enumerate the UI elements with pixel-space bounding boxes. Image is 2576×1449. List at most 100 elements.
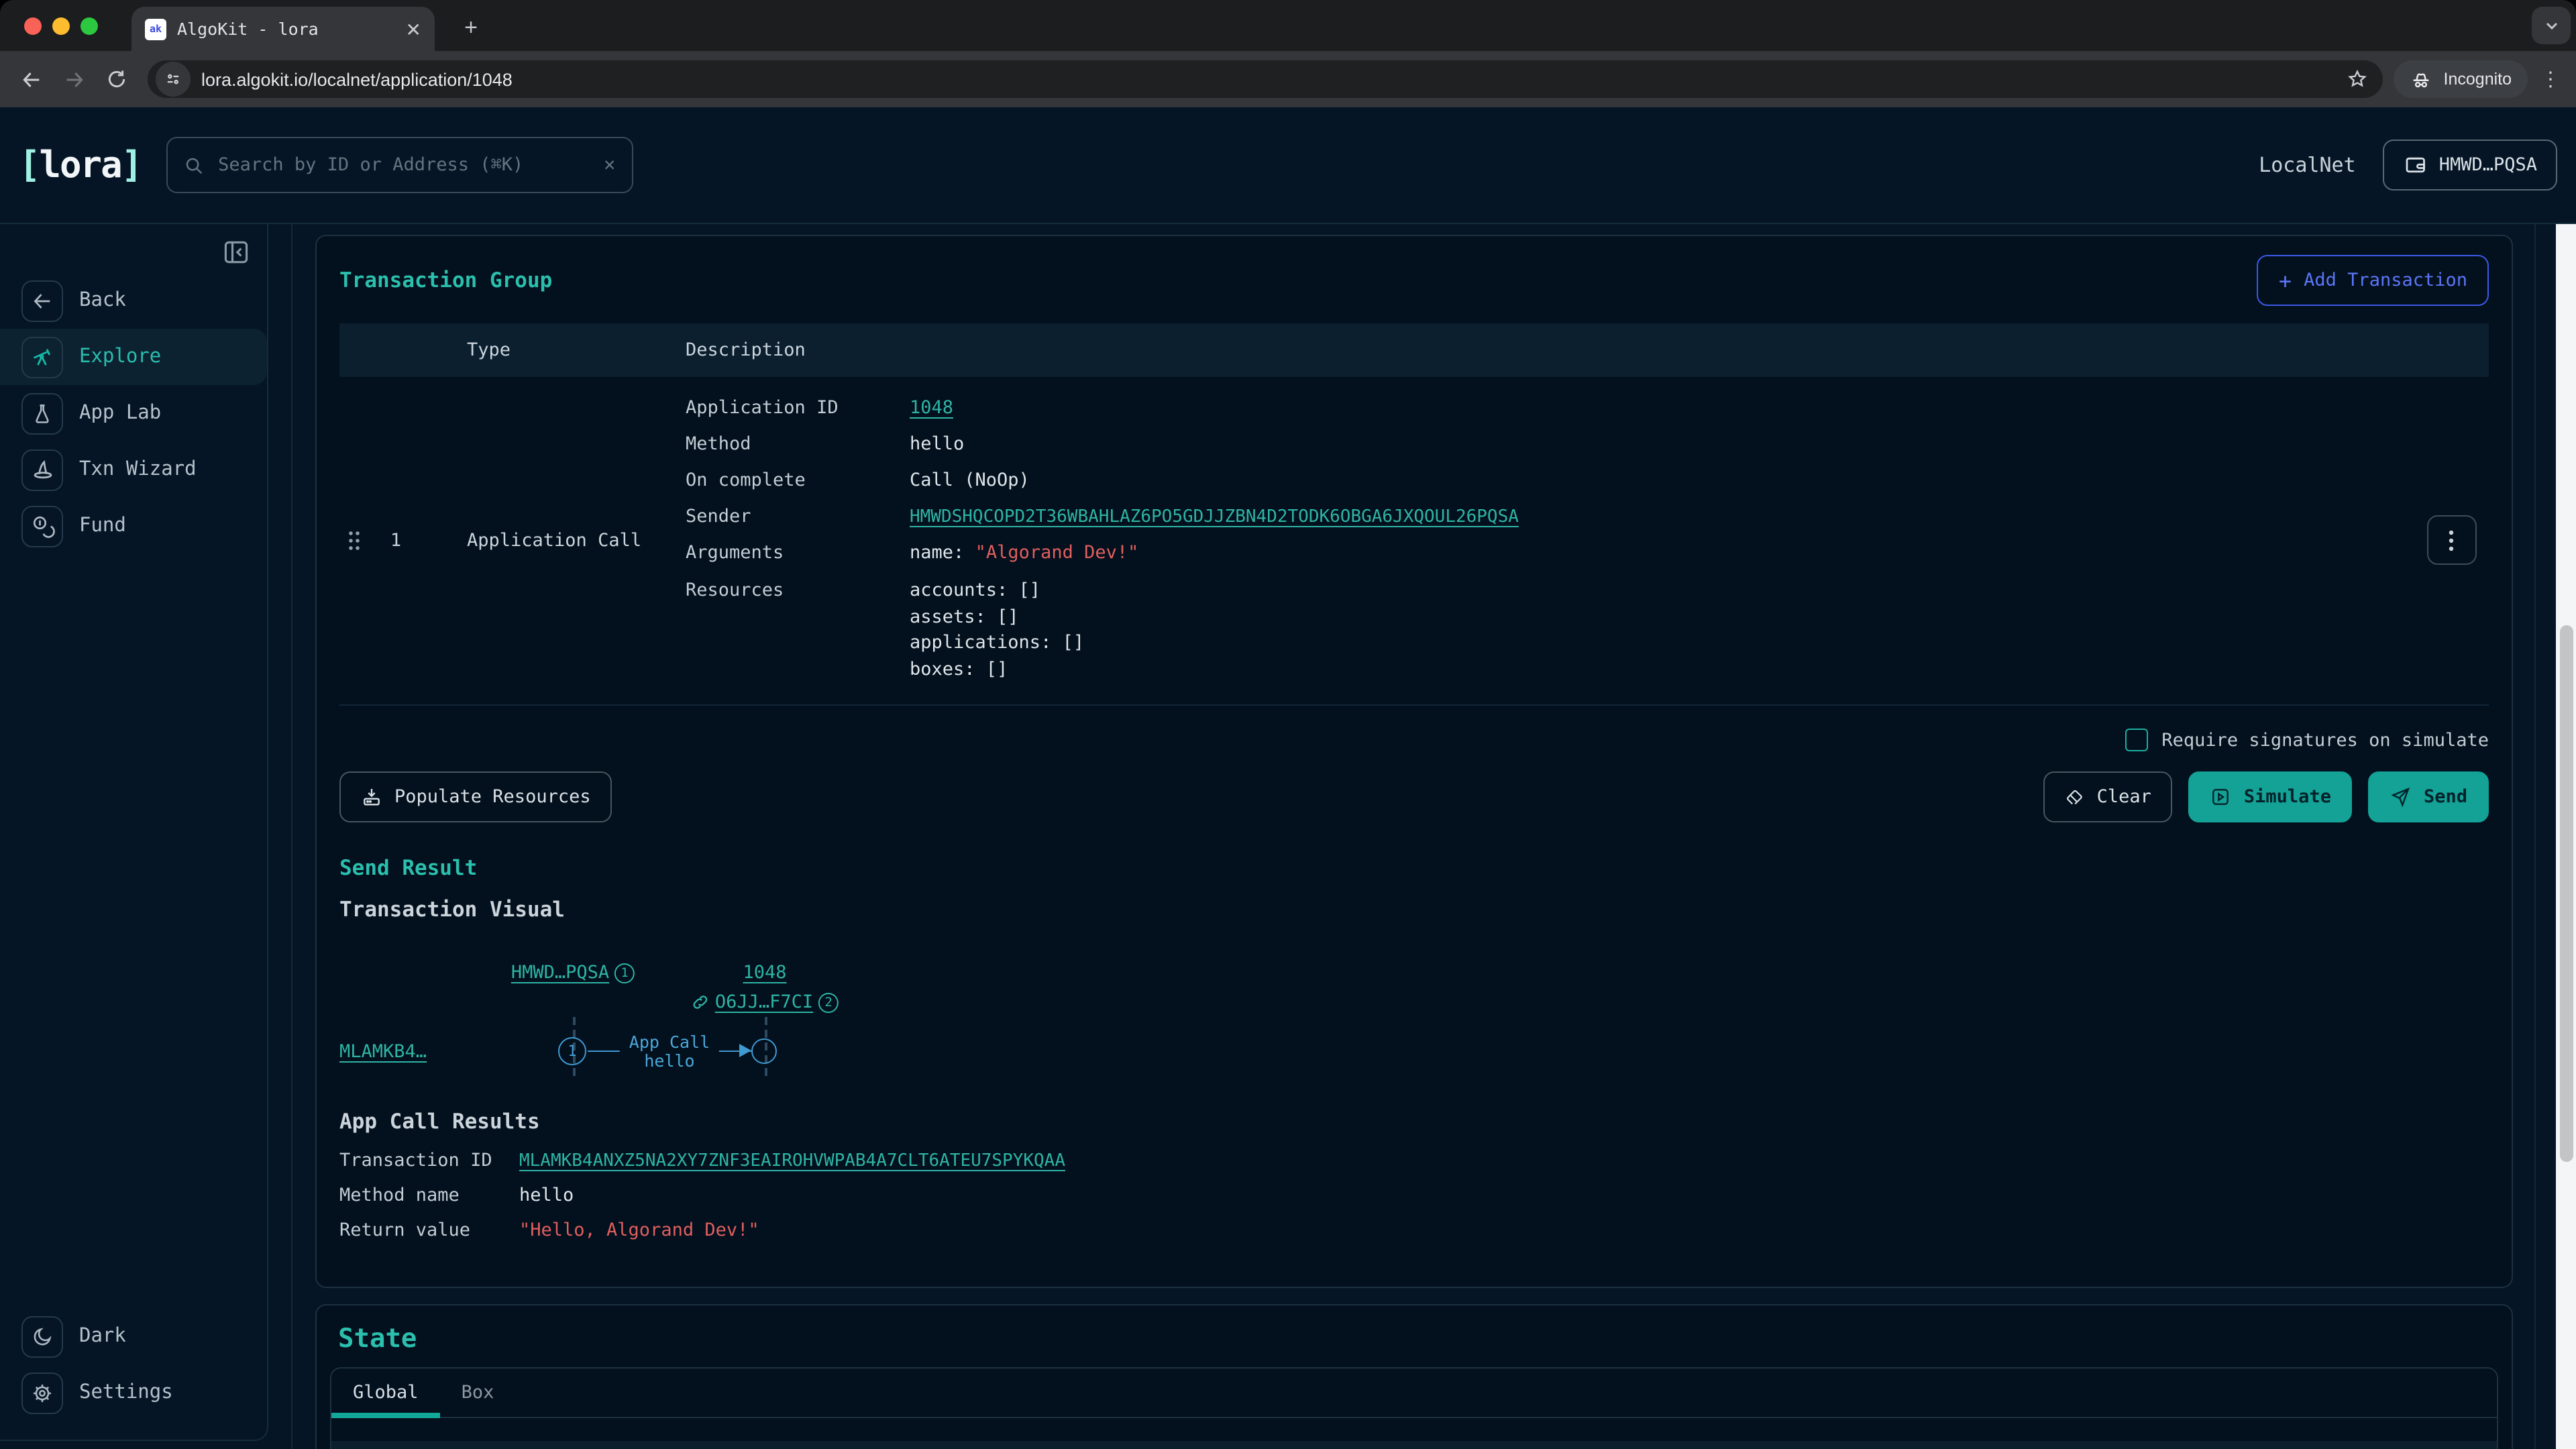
from-node: 1 (558, 1037, 586, 1065)
network-label[interactable]: LocalNet (2259, 153, 2356, 177)
site-settings-icon[interactable] (156, 62, 191, 97)
column-header-description: Description (686, 339, 2414, 361)
search-icon (183, 155, 203, 175)
sidebar-item-back[interactable]: Back (0, 272, 267, 329)
incognito-badge: Incognito (2394, 60, 2528, 98)
sidebar-item-fund[interactable]: Fund (0, 498, 267, 554)
tab-overflow-button[interactable] (2532, 7, 2571, 44)
back-button[interactable] (11, 59, 51, 99)
state-title: State (330, 1323, 2498, 1354)
plus-icon: + (2279, 268, 2292, 293)
visual-transaction-link[interactable]: MLAMKB4… (339, 1041, 427, 1063)
wizard-hat-icon (21, 449, 63, 490)
sidebar-nav: Back Explore App Lab (0, 224, 267, 554)
group-id-link[interactable]: O6JJ…F7CI (715, 991, 813, 1013)
sidebar-item-label: Explore (79, 346, 161, 368)
simulate-button[interactable]: Simulate (2189, 771, 2353, 822)
argument-key: name: (910, 542, 964, 564)
sidebar-item-explore[interactable]: Explore (0, 329, 267, 385)
edge-arrow-icon (739, 1044, 751, 1057)
field-label: Application ID (686, 397, 910, 419)
telescope-icon (21, 336, 63, 378)
sidebar-footer: Dark Settings (0, 1308, 267, 1421)
resource-item: assets: [] (910, 604, 1084, 631)
play-square-icon (2210, 786, 2232, 808)
row-menu-button[interactable] (2426, 515, 2476, 565)
address-bar[interactable]: lora.algokit.io/localnet/application/104… (148, 60, 2383, 98)
app-header: [lora] ✕ LocalNet HMWD…PQSA (0, 107, 2576, 223)
incognito-icon (2410, 68, 2433, 91)
sender-badge: 1 (614, 963, 635, 983)
tab-close-icon[interactable]: ✕ (406, 19, 421, 38)
bookmark-star-icon[interactable] (2341, 62, 2375, 97)
reload-button[interactable] (97, 59, 137, 99)
transaction-index: 1 (369, 529, 423, 551)
resource-item: boxes: [] (910, 657, 1084, 683)
sidebar-item-app-lab[interactable]: App Lab (0, 385, 267, 441)
tab-box[interactable]: Box (462, 1382, 494, 1403)
visual-sender-link[interactable]: HMWD…PQSA (511, 962, 609, 983)
search-box[interactable]: ✕ (166, 137, 633, 193)
send-label: Send (2424, 786, 2467, 808)
coins-icon (21, 505, 63, 547)
clear-label: Clear (2097, 786, 2151, 808)
clear-button[interactable]: Clear (2043, 771, 2173, 822)
method-name-value: hello (519, 1185, 574, 1206)
scrollbar-thumb[interactable] (2559, 625, 2573, 1162)
result-label: Return value (339, 1220, 519, 1241)
transaction-type: Application Call (423, 529, 686, 551)
browser-tab[interactable]: ak AlgoKit - lora ✕ (131, 7, 435, 51)
transaction-row[interactable]: 1 Application Call Application ID1048 Me… (339, 377, 2489, 706)
main-content: Transaction Group + Add Transaction Type… (291, 224, 2536, 1449)
send-button[interactable]: Send (2369, 771, 2489, 822)
drag-handle-icon[interactable] (339, 529, 369, 551)
sidebar-item-txn-wizard[interactable]: Txn Wizard (0, 441, 267, 498)
sidebar-collapse-button[interactable] (221, 237, 251, 267)
sidebar-item-theme-toggle[interactable]: Dark (0, 1308, 267, 1364)
minimize-window-icon[interactable] (52, 17, 70, 35)
active-tab-indicator (331, 1413, 440, 1418)
simulate-label: Simulate (2244, 786, 2331, 808)
tab-favicon-icon: ak (145, 18, 166, 40)
tab-global[interactable]: Global (353, 1382, 419, 1403)
url-text[interactable]: lora.algokit.io/localnet/application/104… (201, 69, 2330, 89)
application-id-link[interactable]: 1048 (910, 397, 953, 419)
tune-icon (164, 70, 182, 89)
field-label: Resources (686, 580, 910, 601)
arrow-left-icon (21, 280, 63, 321)
field-label: Method (686, 433, 910, 455)
transaction-group-card: Transaction Group + Add Transaction Type… (315, 235, 2513, 1288)
app-call-results: Transaction IDMLAMKB4ANXZ5NA2XY7ZNF3EAIR… (339, 1150, 2489, 1254)
search-input[interactable] (215, 153, 592, 177)
browser-menu-button[interactable]: ⋮ (2536, 62, 2565, 97)
page-scrollbar[interactable] (2556, 224, 2576, 1449)
edge-label-method: hello (629, 1051, 710, 1069)
arrow-left-icon (19, 68, 42, 91)
state-table-header: Key Type Value (331, 1441, 2497, 1449)
resource-item: accounts: [] (910, 578, 1084, 604)
close-window-icon[interactable] (24, 17, 42, 35)
lora-logo[interactable]: [lora] (19, 144, 142, 186)
populate-resources-button[interactable]: Populate Resources (339, 771, 612, 822)
kebab-icon (2449, 529, 2454, 551)
transaction-visual-diagram: HMWD…PQSA 1 1048 O6JJ…F7CI 2 (339, 962, 2489, 1080)
transaction-group-title: Transaction Group (339, 268, 552, 292)
state-tabs: Global Box (331, 1368, 2497, 1418)
sidebar-item-settings[interactable]: Settings (0, 1364, 267, 1421)
eraser-icon (2065, 787, 2085, 807)
arrow-right-icon (62, 68, 85, 91)
search-clear-icon[interactable]: ✕ (604, 154, 615, 176)
on-complete-value: Call (NoOp) (910, 470, 1030, 491)
require-signatures-checkbox[interactable] (2125, 729, 2148, 751)
connected-wallet-button[interactable]: HMWD…PQSA (2383, 140, 2557, 191)
zoom-window-icon[interactable] (80, 17, 98, 35)
from-node-number: 1 (568, 1042, 576, 1060)
flask-icon (21, 392, 63, 434)
transaction-id-link[interactable]: MLAMKB4ANXZ5NA2XY7ZNF3EAIROHVWPAB4A7CLT6… (519, 1151, 1065, 1171)
sender-address-link[interactable]: HMWDSHQCOPD2T36WBAHLAZ6PO5GDJJZBN4D2TODK… (910, 507, 1519, 527)
forward-button[interactable] (54, 59, 94, 99)
new-tab-button[interactable]: + (455, 12, 487, 44)
add-transaction-button[interactable]: + Add Transaction (2257, 255, 2489, 306)
visual-application-link[interactable]: 1048 (743, 962, 786, 983)
edge-label[interactable]: App Call hello (620, 1033, 719, 1069)
